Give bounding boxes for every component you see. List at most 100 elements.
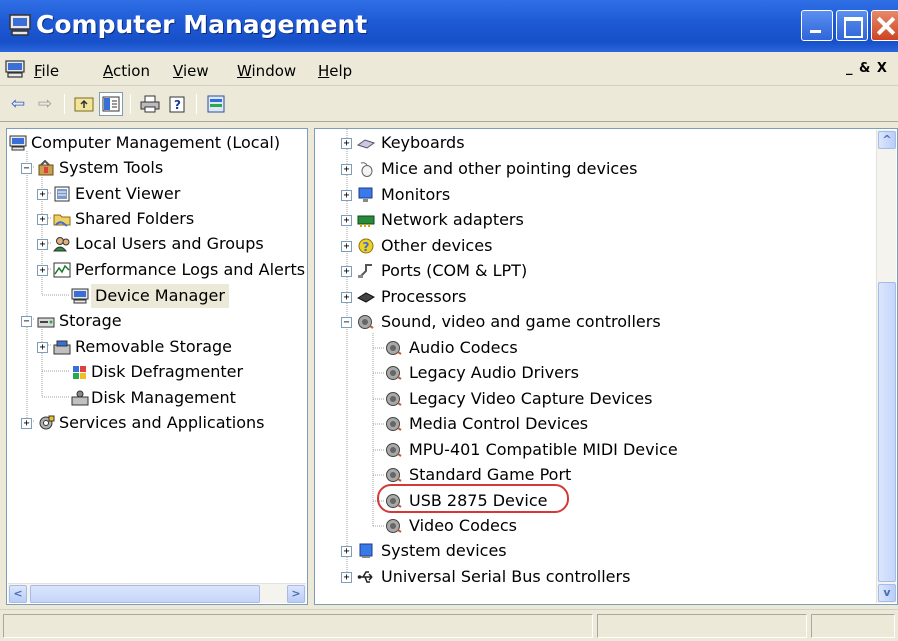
tree-item-root[interactable]: Computer Management (Local) [7,131,307,155]
sound-device-item[interactable]: Audio Codecs [315,336,855,360]
speaker-icon [386,341,402,355]
sound-device-item[interactable]: MPU-401 Compatible MIDI Device [315,438,855,462]
mdi-controls[interactable]: _ & X [846,61,888,76]
device-category-keyboards[interactable]: + Keyboards [315,131,855,155]
tree-label-local-users: Local Users and Groups [75,234,264,253]
usb-icon [357,571,373,583]
device-category-other[interactable]: + ? Other devices [315,234,855,258]
expand-icon[interactable]: + [341,215,352,226]
scroll-thumb[interactable] [878,282,896,582]
vertical-scrollbar[interactable]: ^ v [876,130,896,603]
expand-icon[interactable]: + [37,189,48,200]
svg-text:?: ? [363,240,370,254]
device-category-usb[interactable]: + Universal Serial Bus controllers [315,565,855,589]
scroll-right-icon[interactable]: > [287,585,305,603]
menu-help[interactable]: Help [318,62,352,80]
tree-label-services-applications: Services and Applications [59,413,265,432]
menu-file[interactable]: File [34,62,59,80]
print-icon[interactable] [138,92,162,116]
tree-item-shared-folders[interactable]: + Shared Folders [7,207,307,231]
storage-icon [37,317,55,328]
menu-view[interactable]: View [173,62,209,80]
tree-item-services-applications[interactable]: + Services and Applications [7,411,307,435]
back-arrow-icon[interactable]: ⇦ [6,92,30,116]
collapse-icon[interactable]: − [21,316,32,327]
tree-item-removable-storage[interactable]: + Removable Storage [7,335,307,359]
collapse-icon[interactable]: − [21,163,32,174]
expand-icon[interactable]: + [341,164,352,175]
tree-item-local-users[interactable]: + Local Users and Groups [7,232,307,256]
window-title: Computer Management [36,10,368,39]
horizontal-scrollbar[interactable]: < > [8,583,306,603]
expand-icon[interactable]: + [21,418,32,429]
tree-item-device-manager[interactable]: Device Manager [7,284,307,308]
expand-icon[interactable]: + [341,546,352,557]
expand-icon[interactable]: + [341,241,352,252]
speaker-icon [386,366,402,380]
expand-icon[interactable]: + [341,572,352,583]
scroll-down-icon[interactable]: v [878,584,896,602]
sound-device-label: Audio Codecs [409,338,518,357]
device-category-ports[interactable]: + Ports (COM & LPT) [315,259,855,283]
expand-icon[interactable]: + [37,265,48,276]
show-hide-tree-icon[interactable] [99,92,123,116]
speaker-icon [358,315,374,329]
disk-management-icon [71,390,89,406]
sound-device-item[interactable]: Media Control Devices [315,412,855,436]
properties-icon[interactable] [204,92,228,116]
tree-label-root: Computer Management (Local) [31,133,281,152]
event-viewer-icon [54,186,70,202]
scroll-left-icon[interactable]: < [9,585,27,603]
svg-text:?: ? [174,98,181,112]
device-label-processors: Processors [381,287,467,306]
sound-device-item[interactable]: Legacy Video Capture Devices [315,387,855,411]
expand-icon[interactable]: + [341,292,352,303]
system-tools-icon [38,160,54,176]
console-tree-pane[interactable]: Computer Management (Local) − System Too… [6,128,308,605]
system-devices-icon [359,543,373,558]
device-label-ports: Ports (COM & LPT) [381,261,528,280]
scroll-thumb[interactable] [30,585,260,603]
device-category-monitors[interactable]: + Monitors [315,183,855,207]
sound-device-item[interactable]: Legacy Audio Drivers [315,361,855,385]
content-area: Computer Management (Local) − System Too… [0,122,898,609]
expand-icon[interactable]: + [37,342,48,353]
menu-window[interactable]: Window [237,62,296,80]
tree-label-device-manager: Device Manager [91,284,229,308]
title-bar[interactable]: Computer Management [0,0,898,52]
close-button[interactable] [871,10,898,41]
tree-item-storage[interactable]: − Storage [7,309,307,333]
menu-action[interactable]: Action [103,62,150,80]
system-menu-icon[interactable] [5,60,25,78]
device-category-system[interactable]: + System devices [315,539,855,563]
expand-icon[interactable]: + [37,239,48,250]
tree-label-disk-management: Disk Management [91,388,236,407]
expand-icon[interactable]: + [341,138,352,149]
toolbar: ⇦ ⇨ ? [0,86,898,122]
sound-device-label: MPU-401 Compatible MIDI Device [409,440,678,459]
device-category-network[interactable]: + Network adapters [315,208,855,232]
tree-item-event-viewer[interactable]: + Event Viewer [7,182,307,206]
expand-icon[interactable]: + [37,214,48,225]
sound-device-label: Legacy Audio Drivers [409,363,579,382]
device-category-mice[interactable]: + Mice and other pointing devices [315,157,855,181]
device-tree-pane[interactable]: + Keyboards + Mice and other pointing de… [314,128,898,605]
scroll-up-icon[interactable]: ^ [878,131,896,149]
expand-icon[interactable]: + [341,266,352,277]
minimize-button[interactable] [801,10,833,41]
expand-icon[interactable]: + [341,190,352,201]
sound-device-item[interactable]: Video Codecs [315,514,855,538]
sound-device-label: Legacy Video Capture Devices [409,389,653,408]
collapse-icon[interactable]: − [341,317,352,328]
device-category-processors[interactable]: + Processors [315,285,855,309]
device-category-sound[interactable]: − Sound, video and game controllers [315,310,855,334]
maximize-button[interactable] [836,10,868,41]
tree-item-disk-defragmenter[interactable]: Disk Defragmenter [7,360,307,384]
device-label-monitors: Monitors [381,185,451,204]
tree-item-system-tools[interactable]: − System Tools [7,156,307,180]
help-icon[interactable]: ? [165,92,189,116]
up-folder-icon[interactable] [72,92,96,116]
forward-arrow-icon[interactable]: ⇨ [33,92,57,116]
tree-item-performance-logs[interactable]: + Performance Logs and Alerts [7,258,307,282]
tree-item-disk-management[interactable]: Disk Management [7,386,307,410]
